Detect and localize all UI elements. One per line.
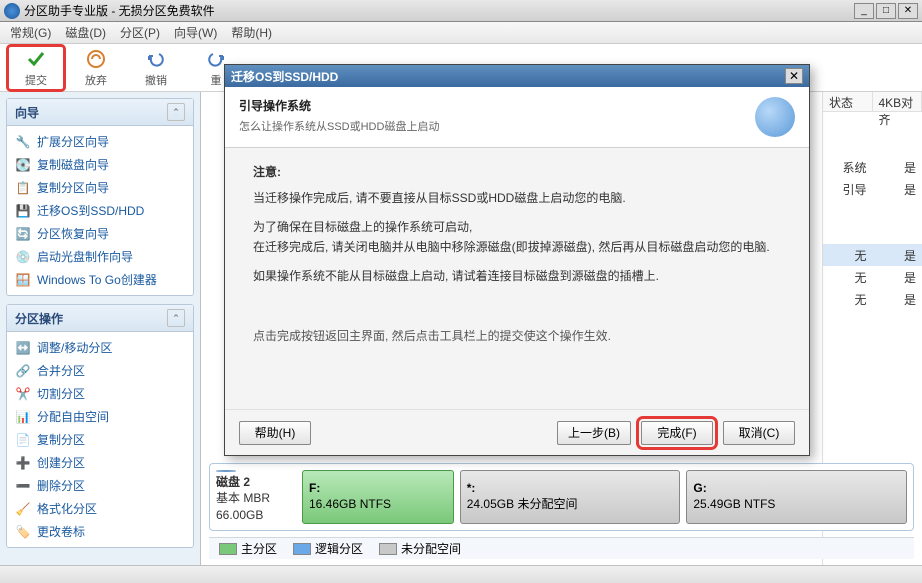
wizard-panel: 向导 ⌃ 🔧扩展分区向导 💽复制磁盘向导 📋复制分区向导 💾迁移OS到SSD/H… — [6, 98, 194, 296]
cancel-button[interactable]: 取消(C) — [723, 421, 795, 445]
legend: 主分区 逻辑分区 未分配空间 — [209, 537, 914, 559]
partition-f[interactable]: F: 16.46GB NTFS — [302, 470, 454, 524]
op-copy[interactable]: 📄复制分区 — [9, 428, 191, 451]
wizard-copy-partition[interactable]: 📋复制分区向导 — [9, 176, 191, 199]
copy-disk-icon: 💽 — [15, 157, 31, 173]
ops-panel: 分区操作 ⌃ ↔️调整/移动分区 🔗合并分区 ✂️切割分区 📊分配自由空间 📄复… — [6, 304, 194, 548]
note-line: 为了确保在目标磁盘上的操作系统可启动, — [253, 217, 781, 237]
copy-part-icon: 📋 — [15, 180, 31, 196]
disk-bar: 磁盘 2 基本 MBR 66.00GB F: 16.46GB NTFS *: 2… — [209, 463, 914, 531]
ops-panel-title: 分区操作 — [15, 310, 63, 327]
help-button[interactable]: 帮助(H) — [239, 421, 311, 445]
check-icon — [25, 48, 47, 70]
table-row[interactable]: 引导是 — [823, 178, 922, 200]
finish-button[interactable]: 完成(F) — [641, 421, 713, 445]
menu-disk[interactable]: 磁盘(D) — [59, 22, 112, 43]
resize-icon: ↔️ — [15, 340, 31, 356]
dialog-subheading: 怎么让操作系统从SSD或HDD磁盘上启动 — [239, 118, 755, 134]
note-line: 在迁移完成后, 请关闭电脑并从电脑中移除源磁盘(即拔掉源磁盘), 然后再从目标磁… — [253, 237, 781, 257]
discard-button[interactable]: 放弃 — [68, 46, 124, 90]
migrate-icon: 💾 — [15, 203, 31, 219]
note-line: 当迁移操作完成后, 请不要直接从目标SSD或HDD磁盘上启动您的电脑. — [253, 188, 781, 208]
menu-wizard[interactable]: 向导(W) — [168, 22, 223, 43]
label-icon: 🏷️ — [15, 524, 31, 540]
table-row[interactable]: 无是 — [823, 266, 922, 288]
op-allocate-free[interactable]: 📊分配自由空间 — [9, 405, 191, 428]
table-row[interactable]: 无是 — [823, 244, 922, 266]
collapse-icon[interactable]: ⌃ — [167, 103, 185, 121]
op-change-label[interactable]: 🏷️更改卷标 — [9, 520, 191, 543]
note-line: 如果操作系统不能从目标磁盘上启动, 请试着连接目标磁盘到源磁盘的插槽上. — [253, 266, 781, 286]
op-merge[interactable]: 🔗合并分区 — [9, 359, 191, 382]
minimize-button[interactable]: _ — [854, 3, 874, 19]
recovery-icon: 🔄 — [15, 226, 31, 242]
wizard-copy-disk[interactable]: 💽复制磁盘向导 — [9, 153, 191, 176]
cd-icon: 💿 — [15, 249, 31, 265]
undo-button[interactable]: 撤销 — [128, 46, 184, 90]
sidebar: 向导 ⌃ 🔧扩展分区向导 💽复制磁盘向导 📋复制分区向导 💾迁移OS到SSD/H… — [0, 92, 200, 565]
merge-icon: 🔗 — [15, 363, 31, 379]
wtg-icon: 🪟 — [15, 272, 31, 288]
wizard-extend-partition[interactable]: 🔧扩展分区向导 — [9, 130, 191, 153]
op-format[interactable]: 🧹格式化分区 — [9, 497, 191, 520]
close-button[interactable]: ✕ — [898, 3, 918, 19]
menu-general[interactable]: 常规(G) — [4, 22, 57, 43]
wizard-windows-to-go[interactable]: 🪟Windows To Go创建器 — [9, 268, 191, 291]
col-status: 状态 — [823, 92, 873, 111]
disk-info[interactable]: 磁盘 2 基本 MBR 66.00GB — [216, 470, 296, 524]
op-create[interactable]: ➕创建分区 — [9, 451, 191, 474]
disk-size: 66.00GB — [216, 507, 296, 524]
discard-icon — [85, 48, 107, 70]
extend-icon: 🔧 — [15, 134, 31, 150]
legend-unallocated: 未分配空间 — [379, 540, 461, 557]
split-icon: ✂️ — [15, 386, 31, 402]
back-button[interactable]: 上一步(B) — [557, 421, 631, 445]
migrate-os-dialog: 迁移OS到SSD/HDD ✕ 引导操作系统 怎么让操作系统从SSD或HDD磁盘上… — [224, 64, 810, 456]
dialog-title: 迁移OS到SSD/HDD — [231, 68, 785, 85]
disk-label: 磁盘 2 — [216, 474, 296, 491]
wizard-migrate-os[interactable]: 💾迁移OS到SSD/HDD — [9, 199, 191, 222]
dialog-hint: 点击完成按钮返回主界面, 然后点击工具栏上的提交使这个操作生效. — [253, 326, 781, 346]
dialog-body: 注意: 当迁移操作完成后, 请不要直接从目标SSD或HDD磁盘上启动您的电脑. … — [225, 148, 809, 409]
op-split[interactable]: ✂️切割分区 — [9, 382, 191, 405]
window-title: 分区助手专业版 - 无损分区免费软件 — [24, 2, 854, 19]
statusbar — [0, 565, 922, 583]
dialog-close-button[interactable]: ✕ — [785, 68, 803, 84]
table-row[interactable]: 系统是 — [823, 156, 922, 178]
disk-type: 基本 MBR — [216, 490, 296, 507]
disk-icon — [216, 470, 236, 472]
table-row[interactable]: 无是 — [823, 288, 922, 310]
legend-logical: 逻辑分区 — [293, 540, 363, 557]
apply-button[interactable]: 提交 — [8, 46, 64, 90]
note-title: 注意: — [253, 162, 781, 182]
titlebar: 分区助手专业版 - 无损分区免费软件 _ □ ✕ — [0, 0, 922, 22]
undo-icon — [145, 48, 167, 70]
allocate-icon: 📊 — [15, 409, 31, 425]
menu-partition[interactable]: 分区(P) — [114, 22, 166, 43]
copy-icon: 📄 — [15, 432, 31, 448]
app-icon — [4, 3, 20, 19]
col-align: 4KB对齐 — [873, 92, 922, 111]
menu-help[interactable]: 帮助(H) — [225, 22, 278, 43]
partition-unallocated[interactable]: *: 24.05GB 未分配空间 — [460, 470, 681, 524]
legend-primary: 主分区 — [219, 540, 277, 557]
format-icon: 🧹 — [15, 501, 31, 517]
op-resize-move[interactable]: ↔️调整/移动分区 — [9, 336, 191, 359]
partition-g[interactable]: G: 25.49GB NTFS — [686, 470, 907, 524]
maximize-button[interactable]: □ — [876, 3, 896, 19]
wizard-partition-recovery[interactable]: 🔄分区恢复向导 — [9, 222, 191, 245]
wizard-boot-cd[interactable]: 💿启动光盘制作向导 — [9, 245, 191, 268]
menubar: 常规(G) 磁盘(D) 分区(P) 向导(W) 帮助(H) — [0, 22, 922, 44]
delete-icon: ➖ — [15, 478, 31, 494]
collapse-icon[interactable]: ⌃ — [167, 309, 185, 327]
dialog-heading: 引导操作系统 — [239, 97, 755, 114]
create-icon: ➕ — [15, 455, 31, 471]
wizard-panel-title: 向导 — [15, 104, 39, 121]
migrate-dialog-icon — [755, 97, 795, 137]
op-delete[interactable]: ➖删除分区 — [9, 474, 191, 497]
